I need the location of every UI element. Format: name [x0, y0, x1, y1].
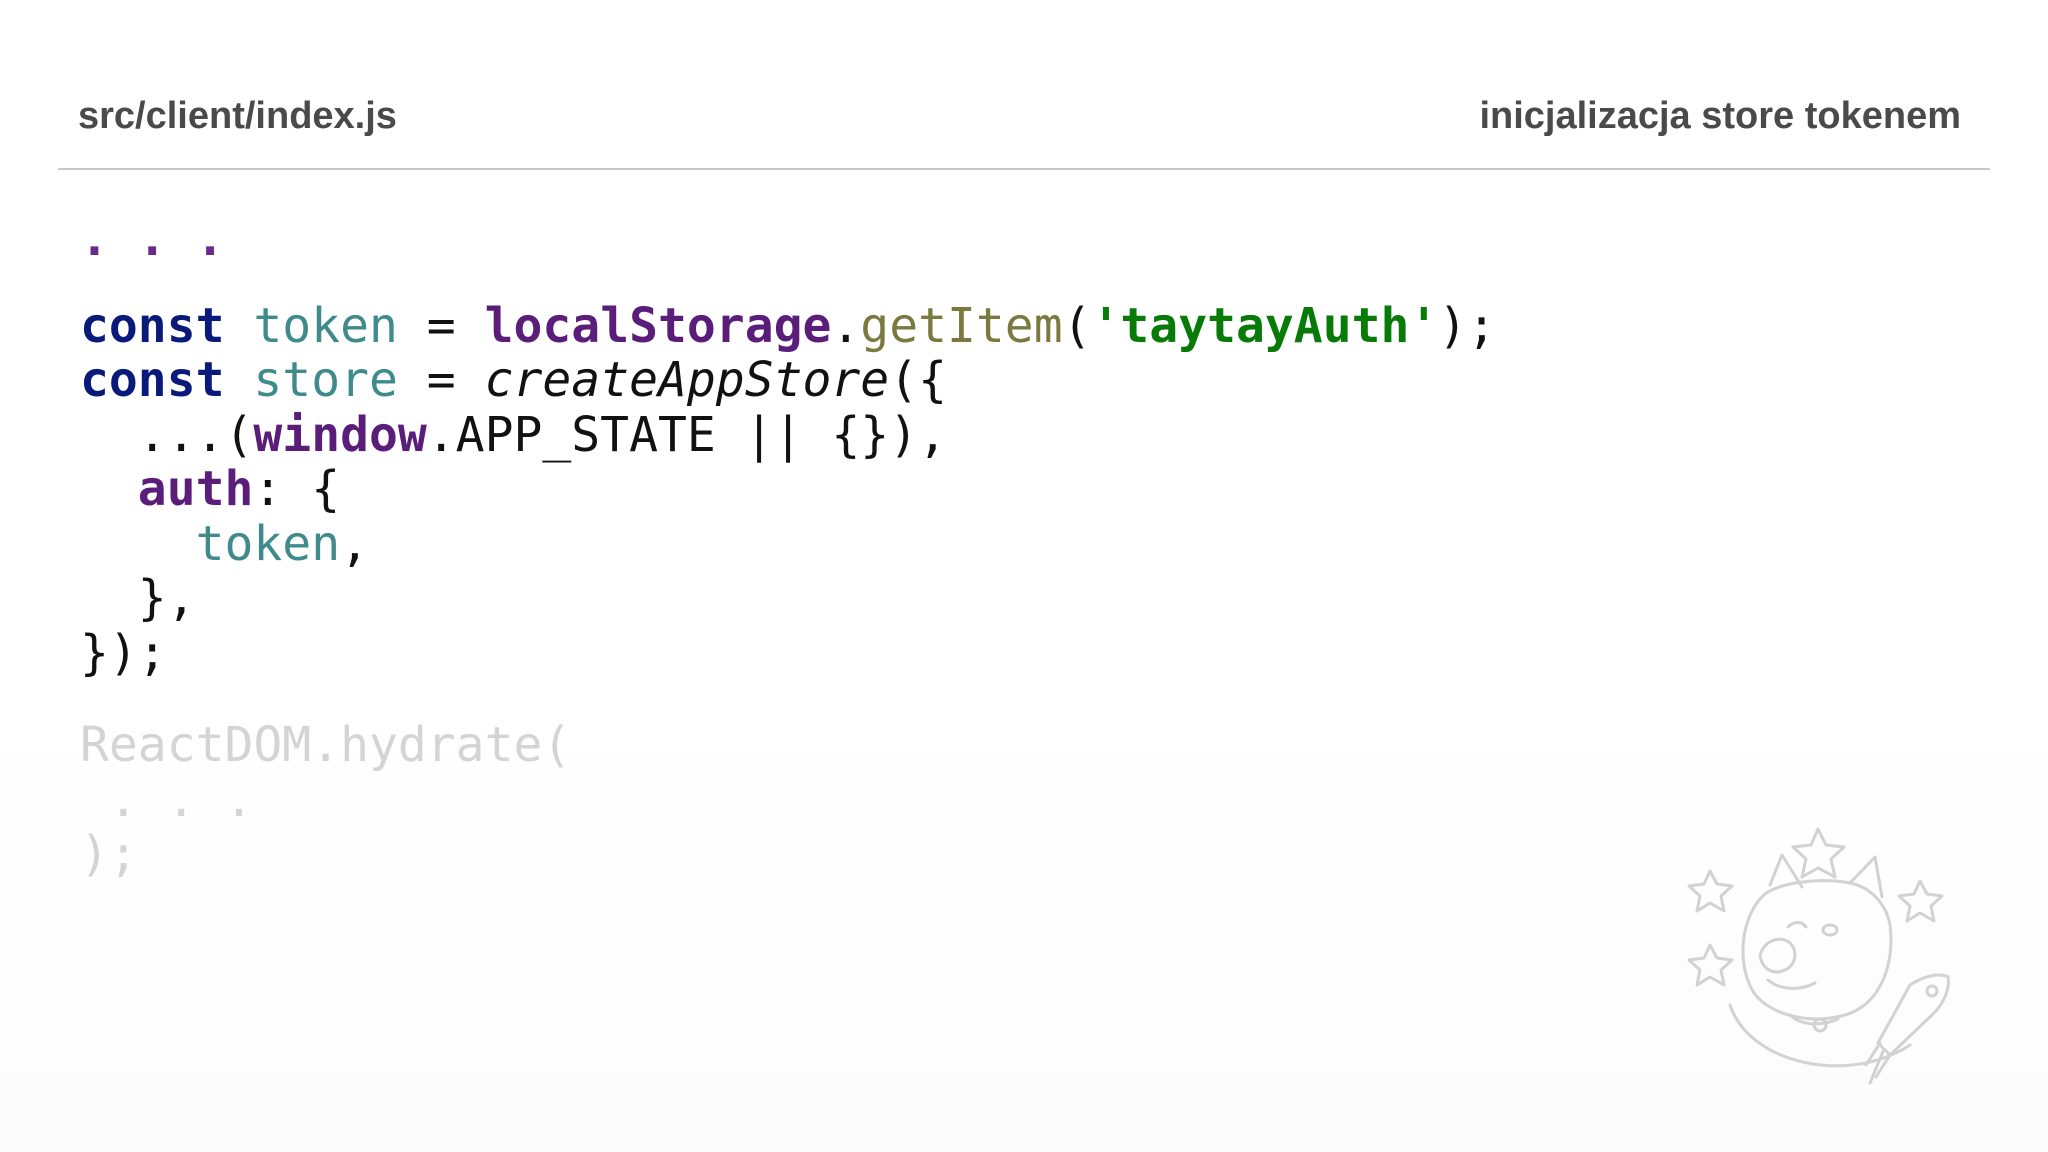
keyword: const — [80, 352, 225, 408]
code-line-ellipsis: . . . — [80, 211, 225, 267]
code-line-4: auth: { — [137, 461, 341, 517]
code-line-6: }, — [80, 570, 196, 626]
faded-code-block: ReactDOM.hydrate( . . .); — [80, 718, 571, 882]
slide-title: inicjalizacja store tokenem — [1479, 95, 1961, 137]
object-ref: window — [253, 406, 427, 463]
code-line-7: }); — [80, 624, 167, 681]
function-name: createAppStore — [484, 352, 890, 408]
faded-line-1: ReactDOM.hydrate( — [80, 717, 572, 773]
object-ref: localStorage — [484, 297, 832, 354]
keyword: const — [80, 297, 225, 354]
identifier: token — [253, 297, 398, 354]
string-literal: 'taytayAuth' — [1091, 297, 1439, 354]
faded-line-2: . . . — [80, 771, 254, 828]
slide: src/client/index.js inicjalizacja store … — [0, 0, 2048, 1152]
header-divider — [58, 168, 1990, 170]
faded-line-3: ); — [80, 826, 138, 882]
code-line-2: const store = createAppStore({ — [80, 352, 947, 408]
code-line-3: ...(window.APP_STATE || {}), — [137, 406, 947, 463]
code-line-1: const token = localStorage.getItem('tayt… — [80, 297, 1497, 354]
file-path-label: src/client/index.js — [78, 95, 397, 137]
code-line-5: token, — [195, 515, 369, 572]
property-key: auth — [137, 461, 254, 517]
code-block: . . . const token = localStorage.getItem(… — [80, 211, 1497, 681]
identifier: store — [253, 352, 398, 408]
method-name: getItem — [860, 297, 1063, 354]
doge-astronaut-icon — [1687, 827, 1950, 1085]
identifier: token — [195, 515, 341, 572]
